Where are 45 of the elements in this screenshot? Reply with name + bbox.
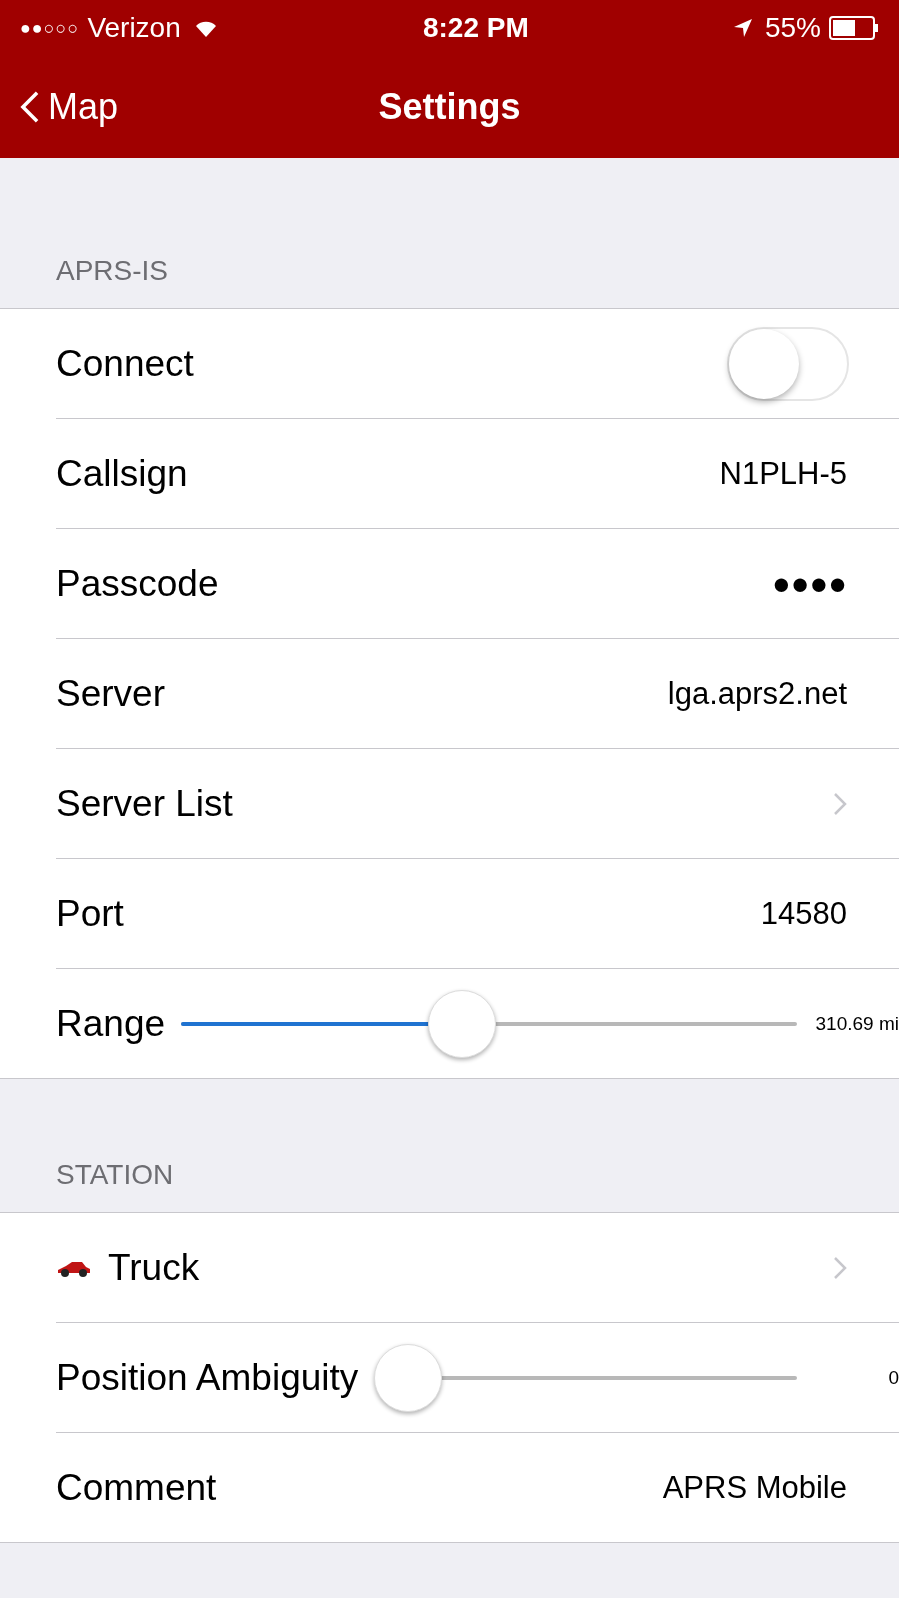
row-label: Callsign xyxy=(56,452,188,497)
row-value: lga.aprs2.net xyxy=(667,674,847,713)
row-label: Server xyxy=(56,672,165,717)
settings-row[interactable]: Range 310.69 mi xyxy=(0,969,899,1079)
row-label: Server List xyxy=(56,782,233,827)
signal-strength: ●●○○○ xyxy=(20,16,80,40)
location-arrow-icon xyxy=(732,18,753,38)
slider-track[interactable] xyxy=(181,988,797,1060)
battery-icon xyxy=(829,16,879,40)
row-label: Connect xyxy=(56,342,194,387)
settings-row[interactable]: Connect xyxy=(0,309,899,419)
row-label: Port xyxy=(56,892,124,937)
slider-track[interactable] xyxy=(374,1342,797,1414)
settings-row[interactable]: Port 14580 xyxy=(0,859,899,969)
settings-row[interactable]: Position Ambiguity 0 xyxy=(0,1323,899,1433)
back-chevron-icon xyxy=(20,90,40,124)
status-time: 8:22 PM xyxy=(422,11,529,45)
chevron-right-icon xyxy=(833,792,847,816)
row-label: Passcode xyxy=(56,562,219,607)
row-label: Comment xyxy=(56,1466,217,1511)
settings-row[interactable]: Callsign N1PLH-5 xyxy=(0,419,899,529)
screen-title: Settings xyxy=(378,85,521,129)
section-header: APRS-IS xyxy=(56,254,169,288)
row-label: Position Ambiguity xyxy=(56,1356,359,1401)
back-button[interactable]: Map xyxy=(20,80,119,134)
slider-thumb[interactable] xyxy=(374,1344,443,1412)
row-value: APRS Mobile xyxy=(662,1468,847,1507)
settings-row[interactable]: Server lga.aprs2.net xyxy=(0,639,899,749)
row-label: Truck xyxy=(108,1246,200,1291)
slider-value: 310.69 mi xyxy=(814,1011,899,1036)
slider-value: 0 xyxy=(887,1365,899,1390)
row-value: N1PLH-5 xyxy=(719,454,847,493)
battery-percent: 55% xyxy=(764,11,821,45)
settings-row[interactable]: Server List xyxy=(0,749,899,859)
settings-row[interactable]: Comment APRS Mobile xyxy=(0,1433,899,1543)
carrier-name: Verizon xyxy=(87,11,181,45)
chevron-right-icon xyxy=(833,1256,847,1280)
row-value: ●●●● xyxy=(772,564,847,603)
settings-row[interactable]: Truck xyxy=(0,1213,899,1323)
row-value: 14580 xyxy=(760,894,847,933)
row-label: Range xyxy=(56,1002,166,1047)
slider-thumb[interactable] xyxy=(427,990,496,1058)
toggle-switch[interactable] xyxy=(727,327,849,401)
section-header: STATION xyxy=(56,1158,174,1192)
settings-row[interactable]: Passcode ●●●● xyxy=(0,529,899,639)
